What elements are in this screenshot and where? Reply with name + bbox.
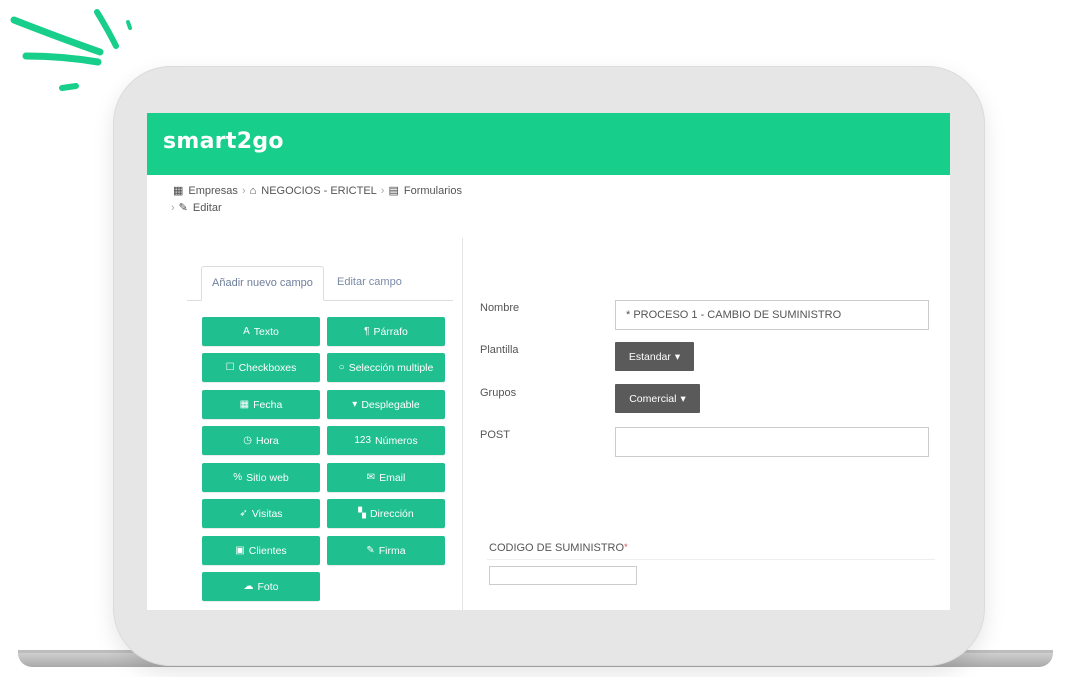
post-label: POST bbox=[480, 429, 510, 441]
button-label: Dirección bbox=[369, 507, 414, 520]
breadcrumb-item-empresas[interactable]: ▦ Empresas bbox=[173, 183, 238, 200]
grupos-dropdown[interactable]: Comercial ▾ bbox=[615, 384, 700, 413]
add-text-field-button[interactable]: A Texto bbox=[202, 317, 320, 346]
button-label: Firma bbox=[378, 544, 406, 557]
map-icon: ▚ bbox=[358, 508, 366, 519]
breadcrumb-item-negocios[interactable]: ⌂ NEGOCIOS - ERICTEL bbox=[250, 183, 377, 200]
button-label: Desplegable bbox=[361, 398, 420, 411]
id-card-icon: ▣ bbox=[235, 545, 245, 556]
nombre-input[interactable]: * PROCESO 1 - CAMBIO DE SUMINISTRO bbox=[615, 300, 929, 330]
button-label: Texto bbox=[253, 325, 279, 338]
caret-down-icon: ▾ bbox=[680, 392, 686, 405]
clock-icon: ◷ bbox=[243, 435, 252, 446]
app-screen: smart2go ▦ Empresas › ⌂ NEGOCIOS - ERICT… bbox=[147, 113, 950, 610]
button-label: Números bbox=[375, 434, 418, 447]
button-label: Párrafo bbox=[373, 325, 408, 338]
checkbox-icon: ☐ bbox=[225, 362, 235, 373]
add-date-field-button[interactable]: ▦ Fecha bbox=[202, 390, 320, 419]
breadcrumb-item-editar: ✎ Editar bbox=[179, 200, 222, 217]
add-email-field-button[interactable]: ✉ Email bbox=[327, 463, 445, 492]
tab-add-field[interactable]: Añadir nuevo campo bbox=[201, 266, 324, 301]
text-icon: A bbox=[243, 326, 250, 337]
location-arrow-icon: ➶ bbox=[239, 508, 248, 519]
caret-down-icon: ▾ bbox=[352, 399, 358, 410]
tab-edit-field[interactable]: Editar campo bbox=[327, 266, 412, 299]
link-icon: % bbox=[233, 472, 243, 483]
add-clients-field-button[interactable]: ▣ Clientes bbox=[202, 536, 320, 565]
numbers-icon: 123 bbox=[354, 435, 372, 446]
radio-icon: ○ bbox=[338, 362, 345, 373]
paragraph-icon: ¶ bbox=[364, 326, 370, 337]
codigo-label-text: CODIGO DE SUMINISTRO bbox=[489, 542, 625, 554]
caret-down-icon: ▾ bbox=[674, 350, 681, 363]
logo: smart2go bbox=[163, 129, 284, 154]
calendar-icon: ▦ bbox=[239, 399, 250, 410]
button-label: Hora bbox=[255, 434, 279, 447]
add-paragraph-field-button[interactable]: ¶ Párrafo bbox=[327, 317, 445, 346]
button-label: Email bbox=[379, 471, 406, 484]
document-icon: ▤ bbox=[388, 185, 399, 197]
codigo-suministro-input[interactable] bbox=[489, 566, 637, 585]
button-label: Sitio web bbox=[246, 471, 289, 484]
add-signature-field-button[interactable]: ✎ Firma bbox=[327, 536, 445, 565]
add-time-field-button[interactable]: ◷ Hora bbox=[202, 426, 320, 455]
button-label: Clientes bbox=[248, 544, 287, 557]
pen-icon: ✎ bbox=[366, 545, 375, 556]
add-visits-field-button[interactable]: ➶ Visitas bbox=[202, 499, 320, 528]
breadcrumb-label: Editar bbox=[192, 202, 222, 214]
building-icon: ▦ bbox=[173, 185, 184, 197]
breadcrumb-label: NEGOCIOS - ERICTEL bbox=[261, 185, 377, 197]
plantilla-label: Plantilla bbox=[480, 344, 519, 356]
section-divider bbox=[487, 559, 935, 560]
grupos-value: Comercial bbox=[629, 392, 677, 405]
post-input[interactable] bbox=[615, 427, 929, 457]
breadcrumb-item-formularios[interactable]: ▤ Formularios bbox=[388, 183, 461, 200]
top-bar: smart2go bbox=[147, 113, 950, 175]
nombre-label: Nombre bbox=[480, 302, 520, 314]
button-label: Fecha bbox=[253, 398, 283, 411]
edit-icon: ✎ bbox=[178, 202, 188, 214]
field-tabs: Añadir nuevo campo Editar campo bbox=[187, 266, 453, 301]
breadcrumb-separator: › bbox=[241, 185, 246, 197]
button-label: Visitas bbox=[251, 507, 283, 520]
button-label: Foto bbox=[257, 580, 279, 593]
breadcrumb-separator: › bbox=[171, 202, 175, 214]
home-icon: ⌂ bbox=[249, 185, 257, 197]
cloud-icon: ☁ bbox=[243, 581, 254, 592]
add-photo-field-button[interactable]: ☁ Foto bbox=[202, 572, 320, 601]
grupos-label: Grupos bbox=[480, 387, 517, 399]
add-dropdown-field-button[interactable]: ▾ Desplegable bbox=[327, 390, 445, 419]
required-mark: * bbox=[624, 542, 628, 552]
envelope-icon: ✉ bbox=[366, 472, 376, 483]
breadcrumb-separator: › bbox=[380, 185, 385, 197]
plantilla-value: Estandar bbox=[628, 350, 671, 363]
button-label: Checkboxes bbox=[238, 361, 297, 374]
codigo-suministro-label: CODIGO DE SUMINISTRO* bbox=[489, 542, 628, 554]
add-website-field-button[interactable]: % Sitio web bbox=[202, 463, 320, 492]
panel-divider bbox=[462, 238, 463, 610]
breadcrumb-label: Formularios bbox=[403, 185, 462, 197]
add-address-field-button[interactable]: ▚ Dirección bbox=[327, 499, 445, 528]
add-numbers-field-button[interactable]: 123 Números bbox=[327, 426, 445, 455]
plantilla-dropdown[interactable]: Estandar ▾ bbox=[615, 342, 694, 371]
nombre-value: * PROCESO 1 - CAMBIO DE SUMINISTRO bbox=[626, 309, 842, 321]
button-label: Selección multiple bbox=[348, 361, 434, 374]
breadcrumb: ▦ Empresas › ⌂ NEGOCIOS - ERICTEL › ▤ Fo… bbox=[171, 183, 573, 217]
breadcrumb-label: Empresas bbox=[188, 185, 238, 197]
add-checkboxes-field-button[interactable]: ☐ Checkboxes bbox=[202, 353, 320, 382]
add-multiple-selection-field-button[interactable]: ○ Selección multiple bbox=[327, 353, 445, 382]
